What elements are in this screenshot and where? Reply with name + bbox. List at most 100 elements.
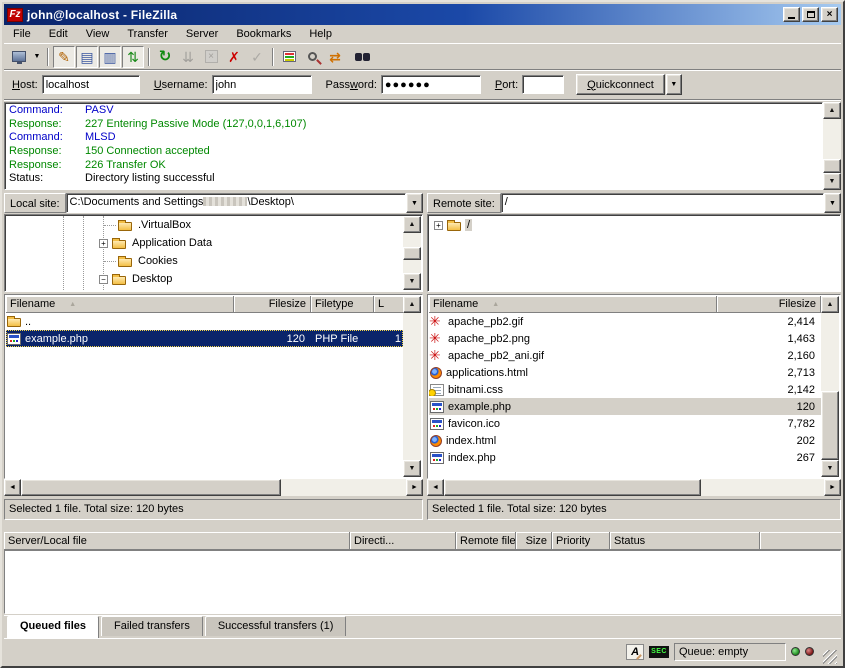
transfer-type-indicator-icon[interactable]: A xyxy=(626,644,644,660)
remote-path-combobox[interactable]: / ▼ xyxy=(501,193,841,213)
file-row[interactable]: bitnami.css2,142 xyxy=(429,381,821,398)
file-row-selected[interactable]: example.php120 xyxy=(429,398,821,415)
tree-item[interactable]: + Application Data xyxy=(6,234,403,252)
file-row[interactable]: apache_pb2.gif2,414 xyxy=(429,313,821,330)
log-scrollbar[interactable]: ▲ ▼ xyxy=(823,102,841,190)
scrollbar-thumb[interactable] xyxy=(21,479,281,496)
scroll-down-button[interactable]: ▼ xyxy=(403,460,421,477)
toggle-message-log-button[interactable]: ✎ xyxy=(53,46,75,68)
file-row[interactable]: index.html202 xyxy=(429,432,821,449)
menu-edit[interactable]: Edit xyxy=(40,26,77,42)
menu-bookmarks[interactable]: Bookmarks xyxy=(227,26,300,42)
tree-item[interactable]: + / xyxy=(429,216,839,234)
menu-help[interactable]: Help xyxy=(300,26,341,42)
file-row[interactable]: applications.html2,713 xyxy=(429,364,821,381)
resize-grip[interactable] xyxy=(823,650,837,664)
menu-file[interactable]: File xyxy=(4,26,40,42)
tab-failed-transfers[interactable]: Failed transfers xyxy=(101,616,203,636)
cancel-operation-button[interactable]: × xyxy=(200,46,222,68)
quickconnect-dropdown-button[interactable]: ▼ xyxy=(666,74,682,95)
column-header-last-modified[interactable]: L xyxy=(374,296,403,313)
column-header-filename[interactable]: Filename▲ xyxy=(6,296,234,313)
cancel-icon: × xyxy=(205,50,218,63)
remote-directory-tree: + / xyxy=(427,214,841,292)
tab-successful-transfers[interactable]: Successful transfers (1) xyxy=(205,616,347,636)
log-text: PASV xyxy=(85,104,114,118)
file-row[interactable]: index.php267 xyxy=(429,449,821,466)
file-row-selected[interactable]: example.php 120 PHP File 1 xyxy=(6,330,403,347)
tree-item[interactable]: − Desktop xyxy=(6,270,403,288)
local-horizontal-scrollbar[interactable]: ◄ ► xyxy=(4,479,423,496)
scroll-left-button[interactable]: ◄ xyxy=(4,479,21,496)
menu-view[interactable]: View xyxy=(77,26,119,42)
directory-filter-button[interactable] xyxy=(278,46,300,68)
disconnect-button[interactable]: ✗ xyxy=(223,46,245,68)
toggle-local-tree-button[interactable]: ▤ xyxy=(76,46,98,68)
file-row[interactable]: apache_pb2_ani.gif2,160 xyxy=(429,347,821,364)
refresh-button[interactable]: ↻ xyxy=(154,46,176,68)
file-search-button[interactable] xyxy=(301,46,323,68)
image-file-icon xyxy=(430,350,444,362)
file-row[interactable]: favicon.ico7,782 xyxy=(429,415,821,432)
column-header-filesize[interactable]: Filesize xyxy=(234,296,311,313)
local-list-scrollbar[interactable]: ▲ ▼ xyxy=(403,296,421,477)
scrollbar-thumb[interactable] xyxy=(821,391,839,460)
filezilla-logo-icon[interactable]: Fz xyxy=(7,8,23,22)
remote-list-scrollbar[interactable]: ▲ ▼ xyxy=(821,296,839,477)
column-header-size[interactable]: Size xyxy=(516,532,552,550)
scroll-up-button[interactable]: ▲ xyxy=(403,296,421,313)
tree-item[interactable]: .VirtualBox xyxy=(6,216,403,234)
tree-item[interactable]: Cookies xyxy=(6,252,403,270)
maximize-button[interactable] xyxy=(802,7,819,22)
quickconnect-button[interactable]: Quickconnect xyxy=(576,74,665,95)
local-path-combobox[interactable]: C:\Documents and Settings\Desktop\ ▼ xyxy=(66,193,423,213)
toggle-queue-button[interactable]: ⇅ xyxy=(122,46,144,68)
scroll-down-button[interactable]: ▼ xyxy=(821,460,839,477)
tab-queued-files[interactable]: Queued files xyxy=(7,616,99,638)
scrollbar-thumb[interactable] xyxy=(823,159,841,173)
scroll-left-button[interactable]: ◄ xyxy=(427,479,444,496)
scroll-right-button[interactable]: ► xyxy=(824,479,841,496)
remote-path-dropdown-button[interactable]: ▼ xyxy=(824,193,841,213)
expand-plus-icon[interactable]: + xyxy=(434,221,443,230)
site-manager-dropdown-button[interactable]: ▼ xyxy=(31,46,43,68)
reconnect-button[interactable]: ✓ xyxy=(246,46,268,68)
column-header-direction[interactable]: Directi... xyxy=(350,532,456,550)
scrollbar-thumb[interactable] xyxy=(444,479,701,496)
file-row[interactable]: apache_pb2.png1,463 xyxy=(429,330,821,347)
local-tree-scrollbar[interactable]: ▲ ▼ xyxy=(403,216,421,290)
remote-horizontal-scrollbar[interactable]: ◄ ► xyxy=(427,479,841,496)
column-header-filesize[interactable]: Filesize xyxy=(717,296,821,313)
site-manager-button[interactable] xyxy=(8,46,30,68)
host-input[interactable] xyxy=(42,75,140,94)
file-row[interactable]: .. xyxy=(6,313,403,330)
expand-plus-icon[interactable]: + xyxy=(99,239,108,248)
column-header-filetype[interactable]: Filetype xyxy=(311,296,374,313)
scroll-down-button[interactable]: ▼ xyxy=(823,173,841,190)
collapse-minus-icon[interactable]: − xyxy=(99,275,108,284)
scroll-up-button[interactable]: ▲ xyxy=(821,296,839,313)
process-queue-button[interactable]: ⇊ xyxy=(177,46,199,68)
port-input[interactable] xyxy=(522,75,564,94)
username-input[interactable] xyxy=(212,75,312,94)
scroll-up-button[interactable]: ▲ xyxy=(403,216,421,233)
menu-server[interactable]: Server xyxy=(177,26,227,42)
scroll-down-button[interactable]: ▼ xyxy=(403,273,421,290)
synchronized-browsing-button[interactable]: ⇄ xyxy=(324,46,346,68)
close-button[interactable]: × xyxy=(821,7,838,22)
minimize-button[interactable] xyxy=(783,7,800,22)
column-header-filename[interactable]: Filename▲ xyxy=(429,296,717,313)
compare-directories-button[interactable] xyxy=(347,46,369,68)
scrollbar-thumb[interactable] xyxy=(403,247,421,260)
column-header-remote-file[interactable]: Remote file xyxy=(456,532,516,550)
scroll-right-button[interactable]: ► xyxy=(406,479,423,496)
menu-transfer[interactable]: Transfer xyxy=(118,26,177,42)
scroll-up-button[interactable]: ▲ xyxy=(823,102,841,119)
column-header-priority[interactable]: Priority xyxy=(552,532,610,550)
local-path-dropdown-button[interactable]: ▼ xyxy=(406,193,423,213)
column-header-status[interactable]: Status xyxy=(610,532,760,550)
queue-list[interactable] xyxy=(4,550,841,614)
toggle-remote-tree-button[interactable]: ▥ xyxy=(99,46,121,68)
password-input[interactable] xyxy=(381,75,481,94)
column-header-server-local-file[interactable]: Server/Local file xyxy=(4,532,350,550)
